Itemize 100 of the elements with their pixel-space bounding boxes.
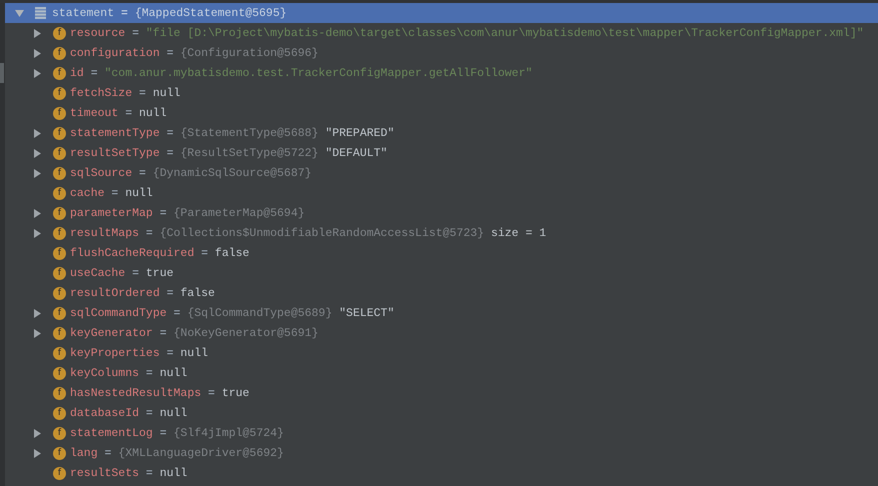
- equals-sign: =: [104, 446, 112, 460]
- field-icon: f: [53, 406, 66, 420]
- collapsed-arrow-icon[interactable]: [33, 428, 42, 438]
- equals-sign: =: [208, 386, 215, 400]
- collapsed-arrow-icon[interactable]: [33, 228, 42, 238]
- variable-value: {Slf4jImpl@5724}: [174, 426, 284, 440]
- field-icon: f: [53, 306, 66, 320]
- variable-name: statement: [52, 6, 114, 20]
- collapsed-arrow-icon[interactable]: [33, 168, 42, 178]
- equals-sign: =: [160, 326, 167, 340]
- tree-row[interactable]: f resultOrdered = false: [5, 283, 878, 303]
- variable-value: {Configuration@5696}: [180, 46, 318, 60]
- field-icon: f: [53, 326, 66, 340]
- variable-name: timeout: [70, 106, 118, 120]
- variable-value: {XMLLanguageDriver@5692}: [118, 446, 284, 460]
- equals-sign: =: [160, 426, 167, 440]
- variable-value: {NoKeyGenerator@5691}: [174, 326, 318, 340]
- tree-row[interactable]: f keyColumns = null: [5, 363, 878, 383]
- field-icon: f: [53, 446, 66, 460]
- tree-row[interactable]: f sqlSource = {DynamicSqlSource@5687}: [5, 163, 878, 183]
- field-icon: f: [53, 466, 66, 480]
- tree-row[interactable]: f resource = "file [D:\Project\mybatis-demo\target\classes\com\anur\mybatisdemo\test\mapper\TrackerConfigMapper.xml]": [5, 23, 878, 43]
- tree-row[interactable]: f resultSets = null: [5, 463, 878, 483]
- tree-row[interactable]: f lang = {XMLLanguageDriver@5692}: [5, 443, 878, 463]
- variable-value: null: [180, 346, 208, 360]
- collapsed-arrow-icon[interactable]: [33, 208, 42, 218]
- tree-row[interactable]: statement = {MappedStatement@5695}: [5, 3, 878, 23]
- variable-name: statementLog: [70, 426, 153, 440]
- field-icon: f: [53, 86, 66, 100]
- variable-name: resultSets: [70, 466, 140, 480]
- tree-row[interactable]: f sqlCommandType = {SqlCommandType@5689} "SELECT": [5, 303, 878, 323]
- tree-row[interactable]: f id = "com.anur.mybatisdemo.test.TrackerConfigMapper.getAllFollower": [5, 63, 878, 83]
- equals-sign: =: [166, 146, 174, 160]
- field-icon: f: [53, 126, 66, 140]
- collapsed-arrow-icon[interactable]: [33, 448, 42, 458]
- variable-name: resultMaps: [70, 226, 140, 240]
- collapsed-arrow-icon[interactable]: [33, 128, 42, 138]
- variable-value: null: [160, 466, 188, 480]
- collapsed-arrow-icon[interactable]: [33, 68, 42, 78]
- field-icon: f: [53, 26, 66, 40]
- tree-row[interactable]: f flushCacheRequired = false: [5, 243, 878, 263]
- tree-row[interactable]: f useCache = true: [5, 263, 878, 283]
- variable-name: cache: [70, 186, 105, 200]
- tree-row[interactable]: f resultSetType = {ResultSetType@5722} "DEFAULT": [5, 143, 878, 163]
- variable-value: true: [146, 266, 174, 280]
- tree-row[interactable]: f configuration = {Configuration@5696}: [5, 43, 878, 63]
- variable-value: null: [160, 366, 188, 380]
- collapsed-arrow-icon[interactable]: [33, 148, 42, 158]
- variable-name: sqlCommandType: [70, 306, 167, 320]
- equals-sign: =: [139, 86, 146, 100]
- tree-row[interactable]: f hasNestedResultMaps = true: [5, 383, 878, 403]
- variable-name: configuration: [70, 46, 160, 60]
- variable-value: null: [125, 186, 153, 200]
- splitter-handle[interactable]: [0, 63, 4, 83]
- tree-row[interactable]: f statementLog = {Slf4jImpl@5724}: [5, 423, 878, 443]
- collapsed-arrow-icon[interactable]: [33, 308, 42, 318]
- field-icon: f: [53, 266, 66, 280]
- variable-name: keyProperties: [70, 346, 160, 360]
- equals-sign: =: [166, 286, 174, 300]
- equals-sign: =: [111, 186, 118, 200]
- tree-row[interactable]: f parameterMap = {ParameterMap@5694}: [5, 203, 878, 223]
- field-icon: f: [53, 186, 66, 200]
- tree-row[interactable]: f keyGenerator = {NoKeyGenerator@5691}: [5, 323, 878, 343]
- equals-sign: =: [166, 46, 174, 60]
- variable-value: true: [222, 386, 250, 400]
- collapsed-arrow-icon[interactable]: [33, 28, 42, 38]
- collapsed-arrow-icon[interactable]: [33, 328, 42, 338]
- equals-sign: =: [90, 66, 98, 80]
- variable-value: null: [160, 406, 188, 420]
- expanded-arrow-icon[interactable]: [15, 8, 24, 18]
- variable-name: id: [70, 66, 84, 80]
- variable-value: {Collections$UnmodifiableRandomAccessList@5723}: [160, 226, 484, 240]
- tree-row[interactable]: f timeout = null: [5, 103, 878, 123]
- variable-value: null: [152, 86, 180, 100]
- equals-sign: =: [166, 126, 174, 140]
- value-detail: size = 1: [490, 226, 546, 240]
- field-icon: f: [53, 286, 66, 300]
- variable-name: keyGenerator: [70, 326, 153, 340]
- field-icon: f: [53, 426, 66, 440]
- variable-name: resultOrdered: [70, 286, 160, 300]
- tree-row[interactable]: f statementType = {StatementType@5688} "PREPARED": [5, 123, 878, 143]
- field-icon: f: [53, 386, 66, 400]
- field-icon: f: [53, 246, 66, 260]
- tree-row[interactable]: f cache = null: [5, 183, 878, 203]
- tree-row[interactable]: f databaseId = null: [5, 403, 878, 423]
- tree-row[interactable]: f keyProperties = null: [5, 343, 878, 363]
- variable-name: flushCacheRequired: [70, 246, 194, 260]
- variable-name: useCache: [70, 266, 126, 280]
- collapsed-arrow-icon[interactable]: [33, 48, 42, 58]
- field-icon: f: [53, 106, 66, 120]
- field-icon: f: [53, 46, 66, 60]
- equals-sign: =: [174, 306, 180, 320]
- variable-value: false: [180, 286, 215, 300]
- variable-value: {DynamicSqlSource@5687}: [152, 166, 312, 180]
- equals-sign: =: [146, 466, 153, 480]
- tree-row[interactable]: f resultMaps = {Collections$UnmodifiableRandomAccessList@5723} size = 1: [5, 223, 878, 243]
- tree-row[interactable]: f fetchSize = null: [5, 83, 878, 103]
- variable-name: fetchSize: [70, 86, 132, 100]
- field-icon: f: [53, 366, 66, 380]
- variable-name: lang: [70, 446, 98, 460]
